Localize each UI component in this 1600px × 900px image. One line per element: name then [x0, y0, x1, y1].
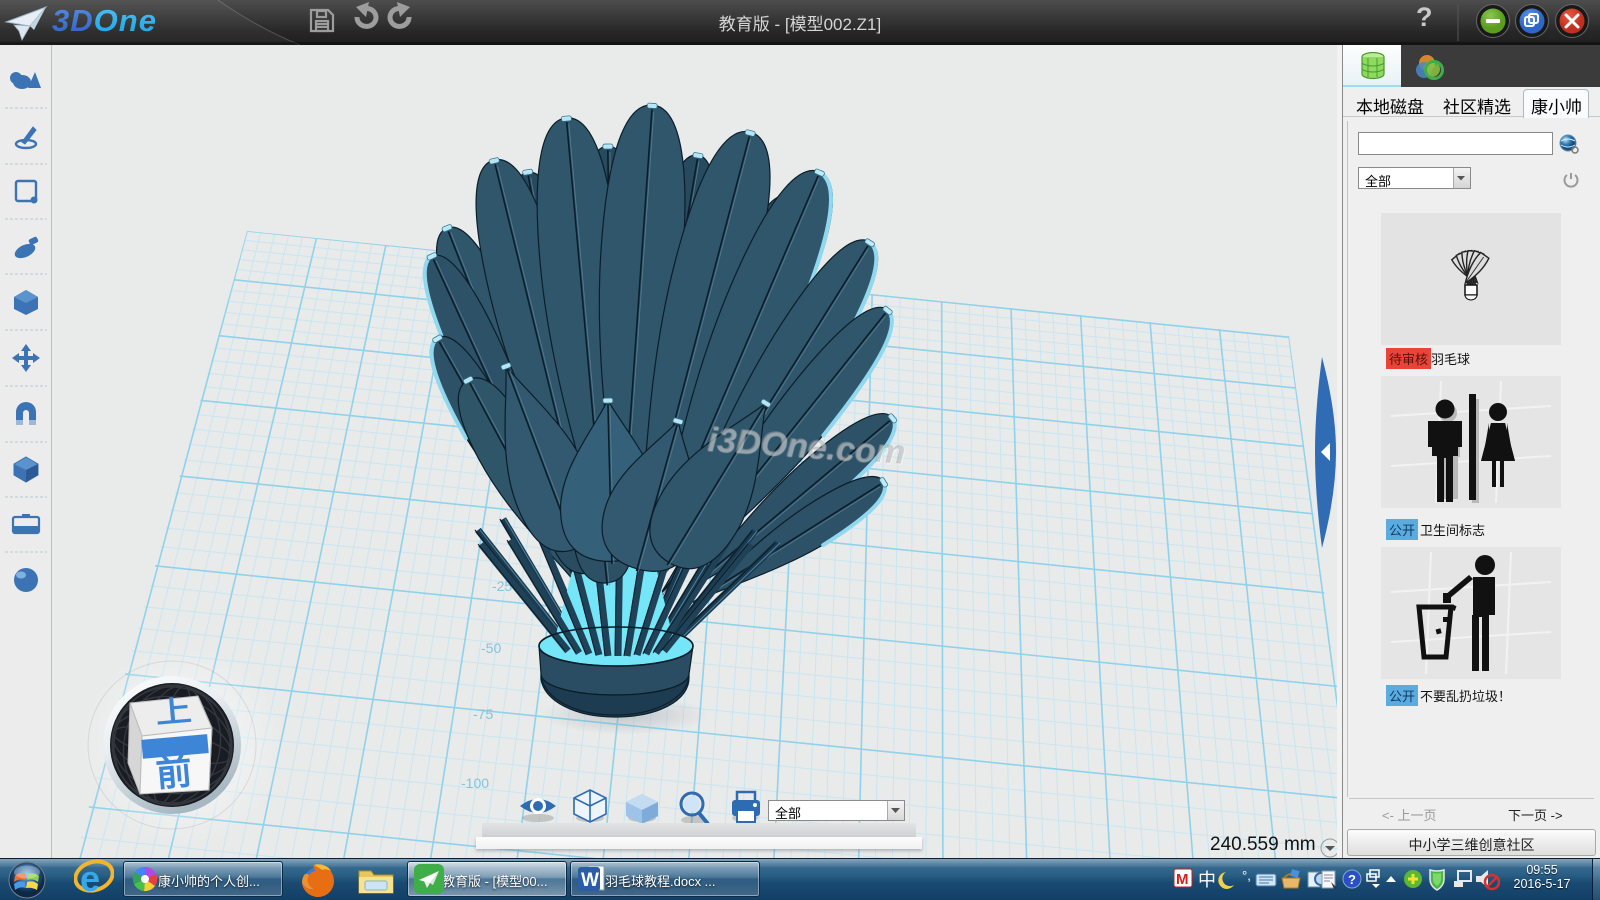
svg-text:°,: °, [1242, 868, 1251, 883]
svg-text:上: 上 [154, 693, 193, 729]
svg-text:中: 中 [1198, 870, 1216, 890]
svg-text:M: M [1176, 871, 1189, 888]
svg-text:W: W [581, 870, 599, 891]
svg-text:前: 前 [154, 751, 193, 795]
svg-text:?: ? [1348, 872, 1356, 887]
